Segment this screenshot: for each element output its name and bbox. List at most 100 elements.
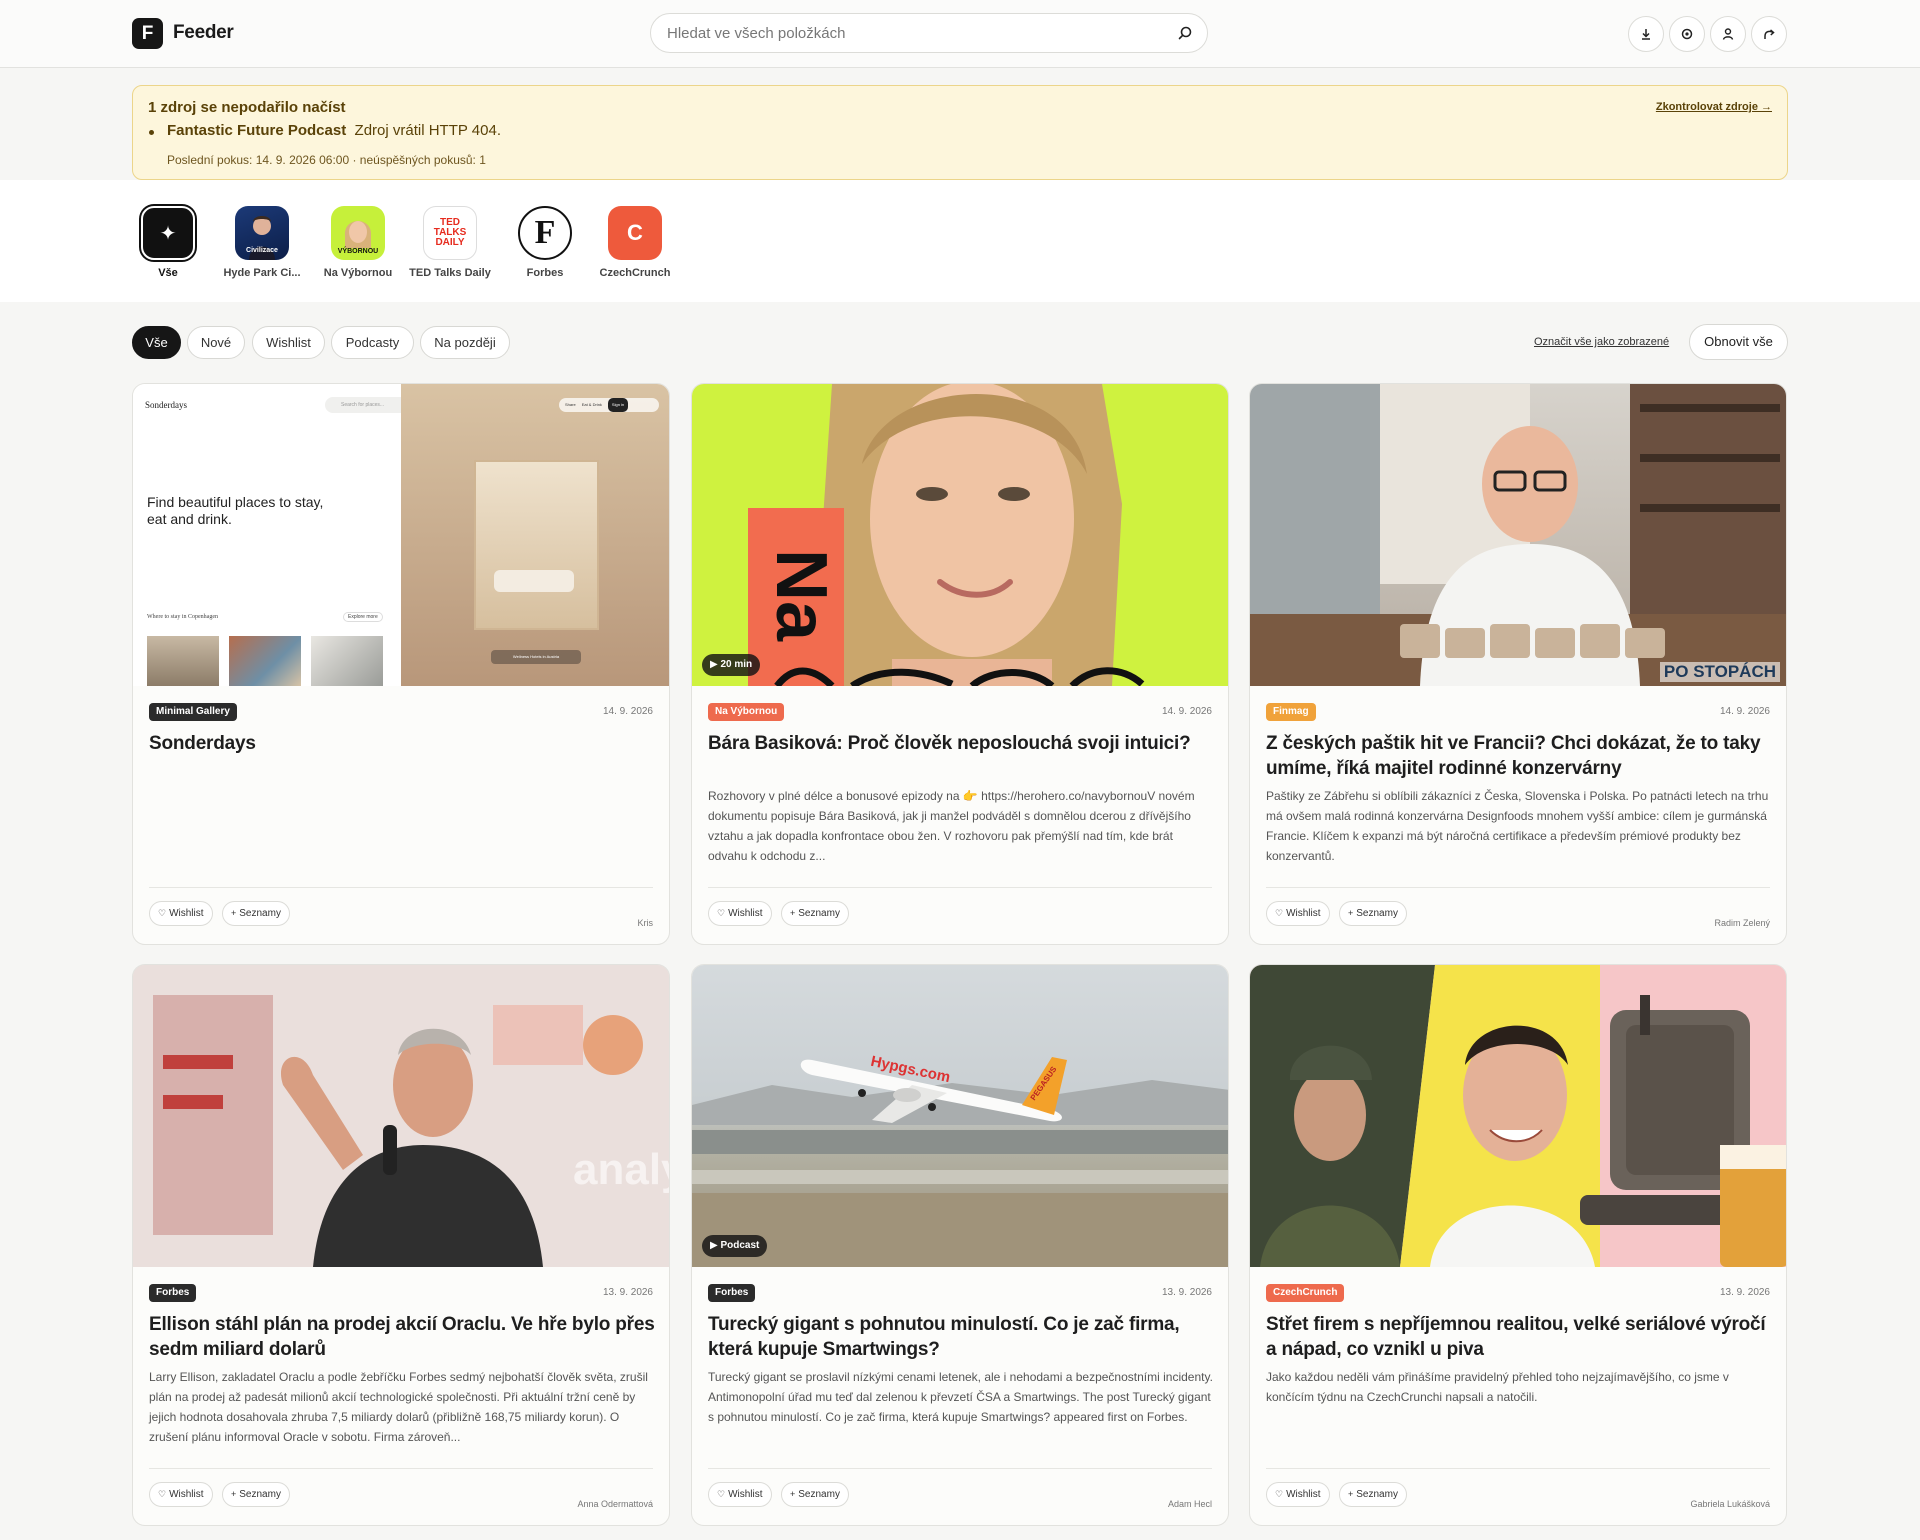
sonderdays-nav-item: Eat & Drink — [581, 402, 602, 407]
analyt-overlay: analyt — [573, 1145, 669, 1194]
card-divider — [149, 887, 653, 888]
lists-button[interactable]: + Seznamy — [222, 901, 290, 926]
search-bar — [650, 13, 1208, 53]
search-icon[interactable] — [1177, 25, 1193, 41]
download-button[interactable] — [1628, 16, 1664, 52]
alert-message: Fantastic Future Podcast Zdroj vrátil HT… — [167, 122, 501, 139]
card-title[interactable]: Z českých paštik hit ve Francii? Chci do… — [1266, 731, 1772, 781]
wishlist-label: Wishlist — [728, 908, 763, 919]
source-label: Vše — [158, 267, 178, 279]
source-hyde-park[interactable]: Civilizace Hyde Park Ci... — [212, 206, 312, 279]
lists-button[interactable]: + Seznamy — [781, 901, 849, 926]
card-description: Larry Ellison, zakladatel Oraclu a podle… — [149, 1370, 648, 1444]
failed-source-name: Fantastic Future Podcast — [167, 122, 347, 139]
card-title[interactable]: Ellison stáhl plán na prodej akcií Oracl… — [149, 1312, 655, 1362]
card-author: Radim Zelený — [1714, 918, 1770, 928]
feed-card[interactable]: Na ▶ 20 min Na Výbornou 14. 9. 2026 Bára… — [691, 383, 1229, 945]
source-tag[interactable]: Na Výbornou — [708, 703, 785, 721]
card-thumbnail: Sonderdays Search for places... Find bea… — [133, 384, 669, 686]
mark-all-seen-link[interactable]: Označit vše jako zobrazené — [1534, 336, 1669, 348]
card-thumbnail: Na ▶ 20 min — [692, 384, 1228, 686]
check-sources-link[interactable]: Zkontrolovat zdroje → — [1656, 101, 1772, 113]
lists-button[interactable]: + Seznamy — [781, 1482, 849, 1507]
source-na-vybornou[interactable]: VÝBORNOU Na Výbornou — [308, 206, 408, 279]
source-label: Hyde Park Ci... — [223, 267, 301, 279]
card-thumbnail — [1250, 965, 1786, 1267]
source-tag[interactable]: Minimal Gallery — [149, 703, 237, 721]
search-input[interactable] — [667, 14, 1147, 52]
card-title[interactable]: Sonderdays — [149, 731, 655, 756]
feed-card[interactable]: analyt Forbes 13. 9. 2026 Ellison stáhl … — [132, 964, 670, 1526]
wishlist-button[interactable]: ♡ Wishlist — [1266, 901, 1330, 926]
filter-podcasts[interactable]: Podcasty — [331, 326, 414, 359]
card-date: 14. 9. 2026 — [602, 706, 653, 717]
vybornou-label: VÝBORNOU — [337, 248, 379, 255]
source-label: Forbes — [526, 267, 564, 279]
wishlist-button[interactable]: ♡ Wishlist — [708, 1482, 772, 1507]
wishlist-button[interactable]: ♡ Wishlist — [708, 901, 772, 926]
civilizace-label: Civilizace — [246, 247, 278, 254]
lists-button[interactable]: + Seznamy — [222, 1482, 290, 1507]
lists-label: Seznamy — [798, 1489, 840, 1500]
card-title[interactable]: Střet firem s nepříjemnou realitou, velk… — [1266, 1312, 1772, 1362]
na-label-text: Na — [761, 549, 841, 642]
source-tag[interactable]: Forbes — [149, 1284, 197, 1302]
sonderdays-hero-text: Find beautiful places to stay, eat and d… — [147, 494, 324, 527]
collage-photo — [1250, 965, 1786, 1267]
plus-icon: + — [231, 1489, 237, 1499]
app-logo[interactable]: F — [132, 18, 163, 49]
ted-avatar: TED TALKS DAILY — [423, 206, 477, 260]
card-title[interactable]: Turecký gigant s pohnutou minulostí. Co … — [708, 1312, 1214, 1362]
heart-icon: ♡ — [158, 1489, 167, 1499]
source-tag[interactable]: CzechCrunch — [1266, 1284, 1345, 1302]
lists-button[interactable]: + Seznamy — [1339, 1482, 1407, 1507]
plus-icon: + — [1348, 908, 1354, 918]
wishlist-label: Wishlist — [728, 1489, 763, 1500]
wishlist-label: Wishlist — [1286, 1489, 1321, 1500]
lists-label: Seznamy — [1356, 1489, 1398, 1500]
app-name[interactable]: Feeder — [173, 22, 234, 44]
feed-card[interactable]: CzechCrunch 13. 9. 2026 Střet firem s ne… — [1249, 964, 1787, 1526]
source-tag[interactable]: Forbes — [708, 1284, 756, 1302]
card-title[interactable]: Bára Basiková: Proč člověk neposlouchá s… — [708, 731, 1214, 756]
feed-card[interactable]: Sonderdays Search for places... Find bea… — [132, 383, 670, 945]
feed-card[interactable]: PO STOPÁCH Finmag 14. 9. 2026 Z českých … — [1249, 383, 1787, 945]
card-author: Kris — [637, 918, 654, 928]
filter-wishlist[interactable]: Wishlist — [252, 326, 325, 359]
download-icon — [1642, 29, 1650, 40]
card-description: Turecký gigant se proslavil nízkými cena… — [708, 1370, 1213, 1424]
card-divider — [708, 887, 1212, 888]
source-tag[interactable]: Finmag — [1266, 703, 1316, 721]
czechcrunch-logo-letter: C — [627, 220, 643, 245]
wishlist-button[interactable]: ♡ Wishlist — [149, 1482, 213, 1507]
settings-button[interactable] — [1669, 16, 1705, 52]
feed-card[interactable]: Hypgs.com PEGASUS ▶ Podcast Forbes 13. 9… — [691, 964, 1229, 1526]
filter-later[interactable]: Na později — [420, 326, 510, 359]
source-forbes[interactable]: F Forbes — [495, 206, 595, 279]
heart-icon: ♡ — [158, 908, 167, 918]
source-all[interactable]: ✦ Vše — [118, 206, 218, 279]
plus-icon: + — [790, 908, 796, 918]
wishlist-button[interactable]: ♡ Wishlist — [149, 901, 213, 926]
lists-button[interactable]: + Seznamy — [1339, 901, 1407, 926]
heart-icon: ♡ — [717, 1489, 726, 1499]
source-ted[interactable]: TED TALKS DAILY TED Talks Daily — [400, 206, 500, 279]
logout-button[interactable] — [1751, 16, 1787, 52]
sonderdays-photo — [147, 636, 219, 686]
filter-all[interactable]: Vše — [132, 326, 181, 359]
refresh-all-button[interactable]: Obnovit vše — [1689, 324, 1788, 360]
wishlist-button[interactable]: ♡ Wishlist — [1266, 1482, 1330, 1507]
card-date: 14. 9. 2026 — [1161, 706, 1212, 717]
user-icon — [1722, 28, 1734, 40]
card-thumbnail: analyt — [133, 965, 669, 1267]
profile-button[interactable] — [1710, 16, 1746, 52]
sonderdays-nav: Share Eat & Drink Sign in — [559, 398, 659, 412]
heart-icon: ♡ — [1275, 908, 1284, 918]
filter-new[interactable]: Nové — [187, 326, 245, 359]
na-label-box: Na — [748, 508, 844, 686]
source-czechcrunch[interactable]: C CzechCrunch — [585, 206, 685, 279]
card-divider — [1266, 887, 1770, 888]
forbes-logo-letter: F — [534, 214, 556, 251]
alert-detail: Poslední pokus: 14. 9. 2026 06:00 · neús… — [167, 153, 486, 167]
card-author: Adam Hecl — [1167, 1499, 1212, 1509]
